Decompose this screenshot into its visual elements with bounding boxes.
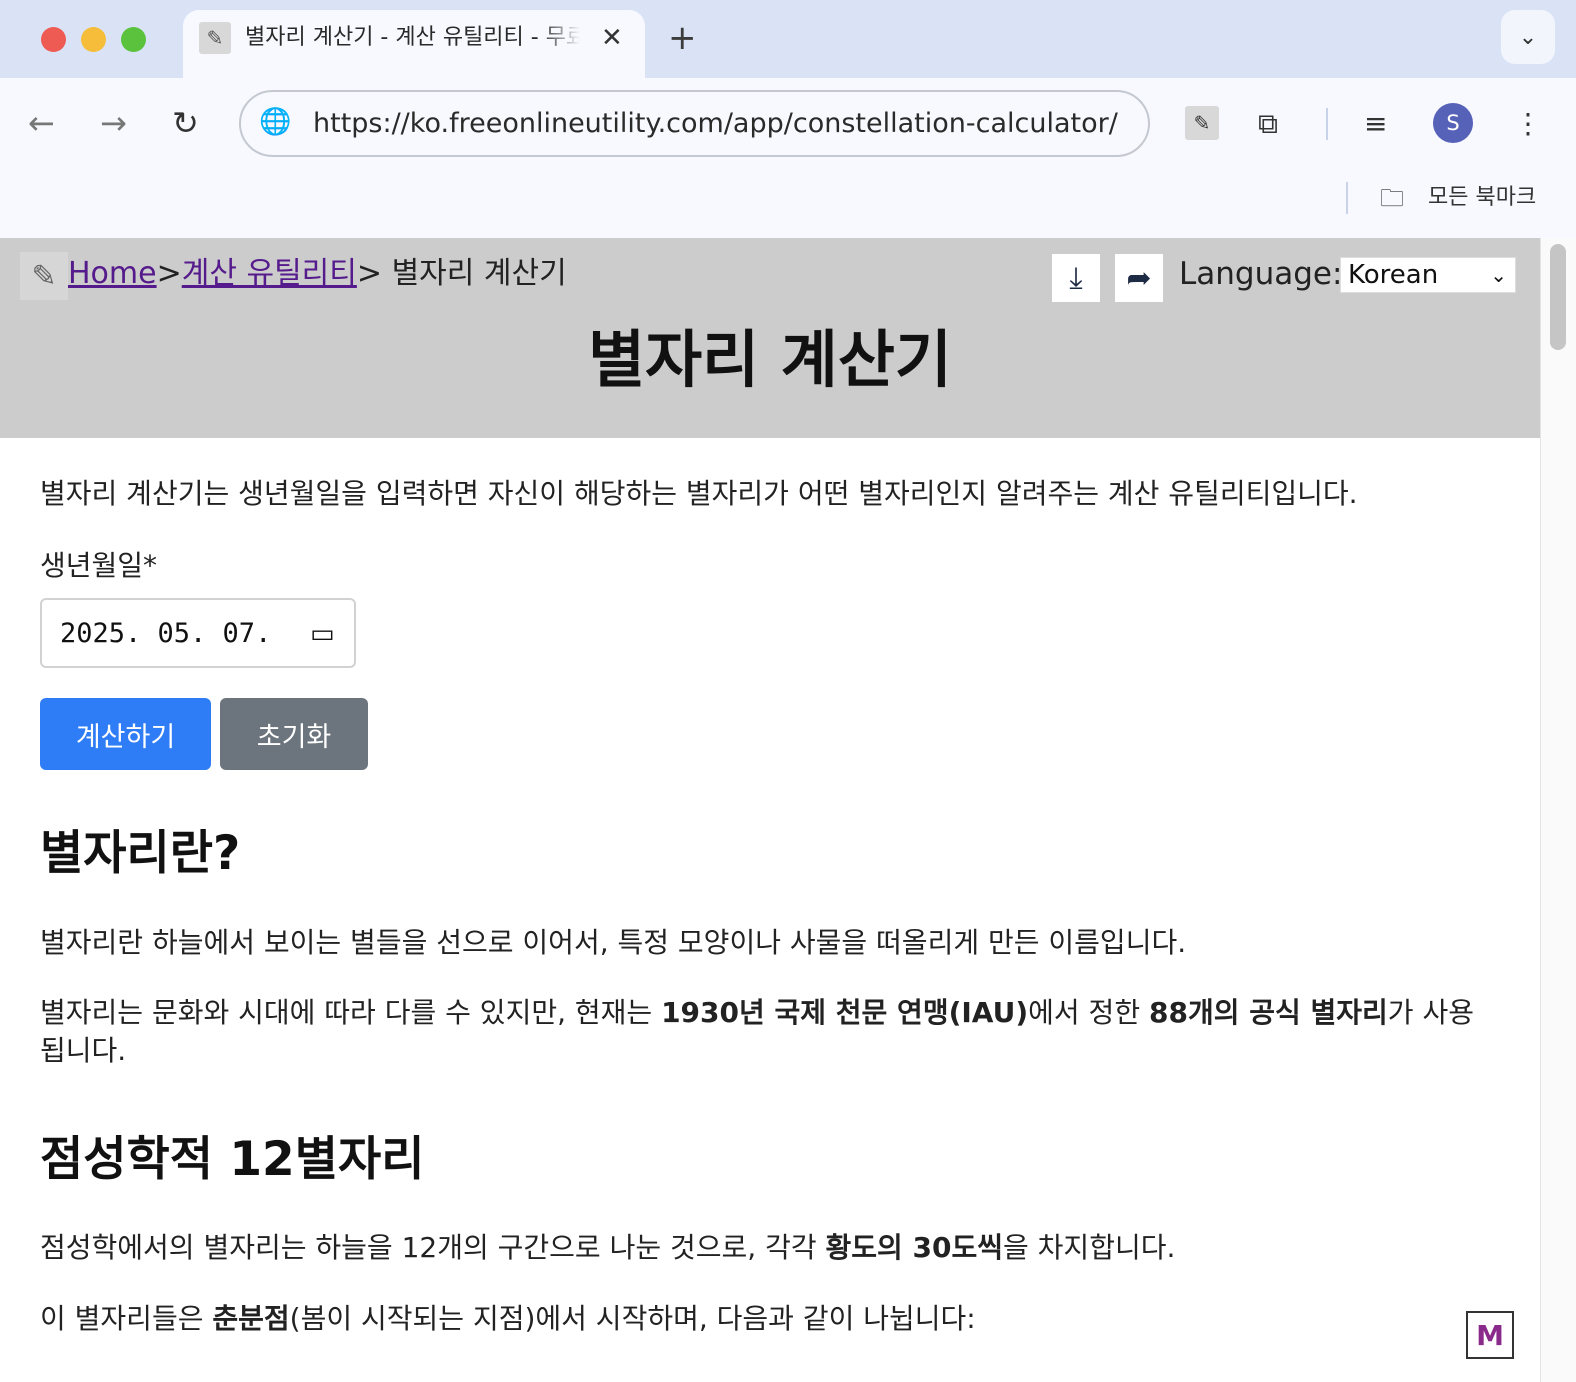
page-title: 별자리 계산기 [588,323,952,396]
text-span: 별자리는 문화와 시대에 따라 다를 수 있지만, 현재는 [40,996,662,1029]
breadcrumb-home-link[interactable]: Home [68,256,157,291]
paragraph: 별자리란 하늘에서 보이는 별들을 선으로 이어서, 특정 모양이나 사물을 떠… [40,926,1187,959]
page-scrollbar[interactable] [1540,238,1576,1382]
reload-icon[interactable]: ↻ [172,100,199,146]
window-close-button[interactable] [41,27,66,52]
bold-span: 춘분점 [212,1302,290,1335]
site-logo-wrench-icon[interactable]: ✎ [20,252,68,300]
browser-toolbar: ← → ↻ 🌐 https://ko.freeonlineutility.com… [0,78,1576,238]
folder-icon: 🗀 [1380,184,1404,212]
page-header: ✎ Home>계산 유틸리티> 별자리 계산기 ⤓ ➦ Language: Ko… [0,238,1540,438]
bold-span: 88개의 공식 별자리 [1148,996,1388,1029]
profile-avatar[interactable]: S [1433,103,1473,143]
text-span: 에서 정한 [1028,996,1149,1029]
calculate-button[interactable]: 계산하기 [40,698,211,770]
tools-favicon-icon: ✎ [199,22,231,54]
text-span: 이 별자리들은 [40,1302,213,1335]
breadcrumb-category-link[interactable]: 계산 유틸리티 [182,256,357,291]
birthdate-label: 생년월일* [40,549,158,582]
site-info-globe-icon[interactable]: 🌐 [259,106,291,138]
paragraph: 별자리는 문화와 시대에 따라 다를 수 있지만, 현재는 1930년 국제 천… [40,994,1480,1070]
language-value: Korean [1348,260,1439,290]
breadcrumb-separator: > [156,256,182,291]
language-label: Language: [1179,256,1343,292]
paragraph: 점성학에서의 별자리는 하늘을 12개의 구간으로 나눈 것으로, 각각 황도의… [40,1229,1480,1267]
kebab-menu-icon[interactable]: ⋮ [1514,102,1542,146]
toolbar-separator [1326,108,1328,140]
address-bar[interactable]: 🌐 https://ko.freeonlineutility.com/app/c… [239,90,1150,157]
birthdate-value[interactable]: 2025. 05. 07. [60,615,271,653]
calendar-icon[interactable]: ▭ [310,618,335,650]
browser-tab-active[interactable]: ✎ 별자리 계산기 - 계산 유틸리티 - 무료 온라인 유틸리티 ✕ [183,10,645,78]
page-viewport: ✎ Home>계산 유틸리티> 별자리 계산기 ⤓ ➦ Language: Ko… [0,238,1576,1382]
extensions-puzzle-icon[interactable]: ⧉ [1258,102,1278,146]
tab-title: 별자리 계산기 - 계산 유틸리티 - 무료 온라인 유틸리티 [245,25,580,50]
window-zoom-button[interactable] [121,27,146,52]
text-span: 점성학에서의 별자리는 하늘을 12개의 구간으로 나눈 것으로, 각각 [40,1231,826,1264]
intro-text: 별자리 계산기는 생년월일을 입력하면 자신이 해당하는 별자리가 어떤 별자리… [40,477,1358,510]
download-icon[interactable]: ⤓ [1052,254,1100,302]
all-bookmarks-link[interactable]: 모든 북마크 [1428,182,1536,214]
new-tab-plus-icon[interactable]: + [668,18,697,58]
breadcrumb-current: 별자리 계산기 [391,256,567,291]
browser-tab-strip: ✎ 별자리 계산기 - 계산 유틸리티 - 무료 온라인 유틸리티 ✕ + ⌄ [0,0,1576,78]
section-heading: 점성학적 12별자리 [40,1132,425,1187]
breadcrumb: Home>계산 유틸리티> 별자리 계산기 [68,254,567,294]
address-url[interactable]: https://ko.freeonlineutility.com/app/con… [313,108,1118,140]
bold-span: 1930년 국제 천문 연맹(IAU) [661,996,1029,1029]
paragraph: 이 별자리들은 춘분점(봄이 시작되는 지점)에서 시작하며, 다음과 같이 나… [40,1300,1480,1338]
chevron-down-icon: ⌄ [1490,263,1507,287]
text-span: 을 차지합니다. [1003,1231,1176,1264]
media-queue-icon[interactable]: ≡ [1364,102,1387,146]
forward-arrow-icon[interactable]: → [100,100,127,146]
tab-close-icon[interactable]: ✕ [601,22,623,54]
reset-button[interactable]: 초기화 [220,698,368,770]
corner-badge-logo-icon[interactable]: M [1466,1311,1514,1359]
scrollbar-thumb[interactable] [1550,244,1566,350]
language-select[interactable]: Korean ⌄ [1340,257,1516,293]
window-minimize-button[interactable] [81,27,106,52]
birthdate-input[interactable]: 2025. 05. 07. ▭ [40,598,356,668]
back-arrow-icon[interactable]: ← [28,100,55,146]
section-heading: 별자리란? [40,826,241,881]
bookmarks-separator [1346,182,1348,214]
tab-search-chevron-icon[interactable]: ⌄ [1501,10,1555,64]
breadcrumb-separator: > [356,256,392,291]
share-arrow-icon[interactable]: ➦ [1115,254,1163,302]
bold-span: 황도의 30도씩 [825,1231,1004,1264]
text-span: (봄이 시작되는 지점)에서 시작하며, 다음과 같이 나뉩니다: [289,1302,976,1335]
extension-tools-icon[interactable]: ✎ [1185,106,1219,140]
